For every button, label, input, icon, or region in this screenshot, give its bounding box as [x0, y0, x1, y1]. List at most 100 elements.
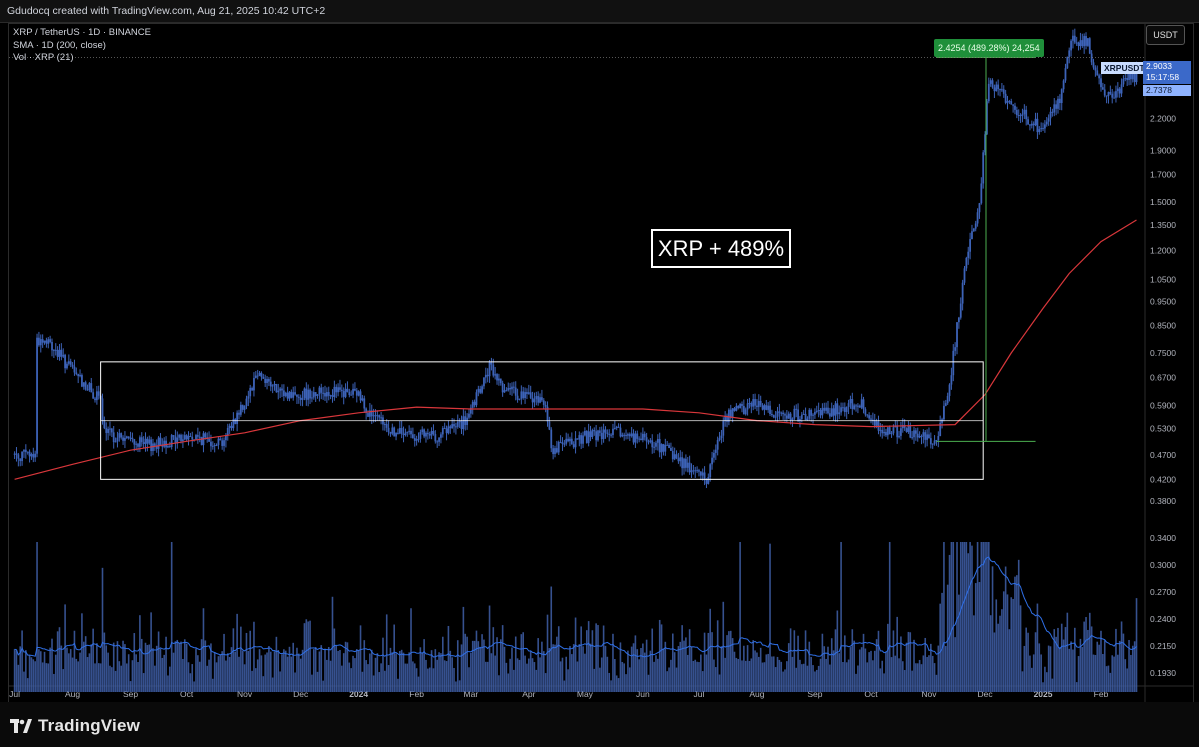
- candle-body: [896, 425, 899, 438]
- volume-bar: [819, 658, 822, 692]
- volume-bar: [105, 645, 108, 692]
- volume-bar: [640, 647, 642, 692]
- candle-body: [256, 375, 259, 377]
- chart-area[interactable]: 3.20002.50002.20001.90001.70001.50001.35…: [8, 23, 1194, 703]
- candle-body: [638, 438, 641, 440]
- candle-body: [337, 387, 339, 393]
- volume-bar: [776, 656, 779, 692]
- candle-body: [1115, 91, 1117, 98]
- volume-bar: [939, 603, 941, 692]
- candle-body: [41, 339, 44, 343]
- volume-bar: [900, 636, 902, 692]
- candle-body: [24, 449, 27, 453]
- last-price-tag: 2.9033 15:17:58: [1143, 61, 1191, 84]
- candle-body: [526, 392, 528, 394]
- candle-body: [666, 444, 669, 446]
- volume-bar: [931, 655, 934, 692]
- candle-body: [554, 448, 556, 454]
- volume-bar: [974, 583, 977, 692]
- tradingview-logo[interactable]: TradingView: [10, 716, 140, 736]
- measure-label[interactable]: 2.4254 (489.28%) 24,254: [934, 39, 1044, 57]
- candle-body: [858, 405, 861, 408]
- volume-bar: [1126, 668, 1128, 692]
- volume-bar: [1042, 682, 1044, 692]
- volume-bar: [1109, 672, 1112, 692]
- volume-bar: [660, 624, 663, 692]
- volume-bar: [999, 615, 1001, 692]
- volume-bar: [449, 650, 452, 692]
- volume-bar: [135, 654, 137, 692]
- volume-bar: [718, 674, 721, 692]
- volume-bar: [615, 675, 618, 692]
- candle-body: [746, 403, 749, 410]
- volume-bar: [374, 657, 377, 692]
- candle-body: [782, 412, 785, 415]
- candle-body: [51, 341, 53, 351]
- candle-body: [875, 421, 878, 426]
- volume-bar: [623, 663, 625, 692]
- volume-bar: [832, 650, 835, 692]
- candle-body: [787, 413, 790, 419]
- volume-bar: [673, 652, 676, 692]
- candle-body: [690, 470, 693, 473]
- volume-bar: [892, 630, 895, 692]
- volume-bar: [858, 649, 861, 692]
- currency-selector[interactable]: USDT: [1146, 25, 1185, 45]
- candle-body: [1049, 111, 1052, 119]
- volume-bar: [84, 636, 87, 692]
- candle-body: [769, 405, 771, 415]
- volume-bar: [627, 650, 629, 692]
- volume-bar: [251, 670, 253, 692]
- volume-bar: [269, 651, 272, 692]
- candle-body: [720, 435, 723, 439]
- volume-bar: [498, 675, 500, 692]
- volume-bar: [400, 649, 403, 692]
- volume-bar: [604, 645, 607, 692]
- volume-bar: [157, 631, 160, 692]
- volume-bar: [907, 631, 910, 692]
- candle-body: [584, 430, 586, 436]
- candle-body: [1075, 42, 1078, 44]
- annotation-note[interactable]: XRP + 489%: [651, 229, 791, 268]
- volume-bar: [812, 665, 814, 692]
- candle-body: [486, 374, 489, 377]
- volume-bar: [144, 642, 147, 692]
- legend-symbol[interactable]: XRP / TetherUS · 1D · BINANCE: [13, 27, 151, 40]
- candle-body: [292, 392, 295, 398]
- candle-body: [133, 439, 136, 445]
- volume-bar: [268, 646, 270, 692]
- volume-bar: [720, 646, 723, 692]
- volume-bar: [799, 659, 801, 692]
- volume-bar: [638, 659, 640, 692]
- legend-volume[interactable]: Vol · XRP (21): [13, 52, 151, 65]
- candle-body: [1120, 84, 1123, 94]
- volume-bar: [948, 554, 951, 692]
- candle-body: [266, 379, 268, 384]
- volume-bar: [402, 652, 405, 692]
- candle-body: [585, 430, 588, 443]
- volume-bar: [548, 648, 551, 692]
- candle-body: [1040, 128, 1043, 130]
- chart-legend: XRP / TetherUS · 1D · BINANCE SMA · 1D (…: [13, 27, 151, 65]
- volume-bar: [780, 661, 783, 692]
- volume-bar: [365, 660, 367, 692]
- volume-bar: [557, 626, 560, 692]
- volume-bar: [905, 642, 908, 692]
- candle-body: [527, 392, 530, 394]
- candle-body: [737, 405, 740, 409]
- candle-body: [305, 388, 308, 400]
- volume-bar: [79, 652, 81, 692]
- volume-bar: [38, 649, 40, 692]
- price-chart[interactable]: 3.20002.50002.20001.90001.70001.50001.35…: [9, 24, 1193, 702]
- legend-sma[interactable]: SMA · 1D (200, close): [13, 40, 151, 53]
- candle-body: [677, 458, 680, 462]
- volume-bar: [327, 647, 330, 692]
- candle-body: [236, 412, 239, 425]
- volume-bar: [786, 661, 788, 692]
- volume-bar: [406, 663, 409, 692]
- volume-bar: [698, 662, 700, 692]
- candle-body: [67, 361, 70, 364]
- candle-body: [462, 416, 465, 430]
- candle-body: [836, 403, 839, 415]
- volume-bar: [290, 656, 293, 692]
